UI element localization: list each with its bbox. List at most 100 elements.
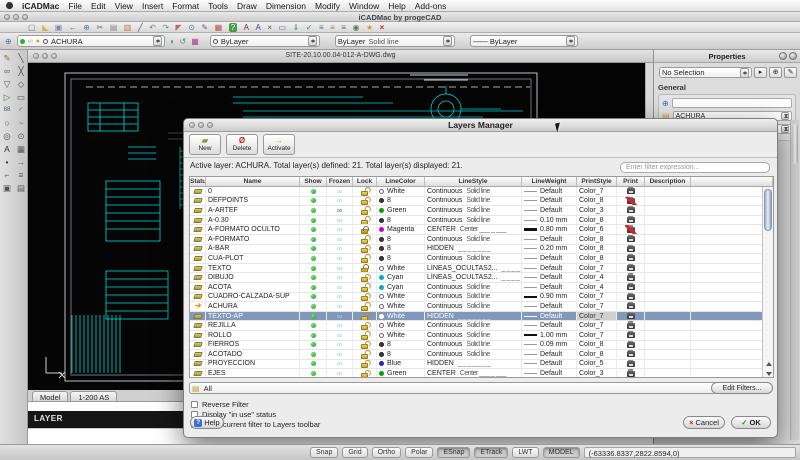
show-icon[interactable] bbox=[311, 256, 316, 261]
linestyle-combo-stepper[interactable] bbox=[443, 36, 452, 46]
frozen-icon[interactable] bbox=[337, 360, 343, 369]
undo-icon[interactable]: ↶ bbox=[149, 23, 156, 32]
show-icon[interactable] bbox=[311, 237, 316, 242]
etrack-toggle[interactable]: ETrack bbox=[474, 447, 508, 458]
edit-selection-button[interactable]: ✎ bbox=[784, 67, 797, 78]
description-cell[interactable] bbox=[645, 235, 691, 244]
table-row[interactable]: ACOTA Cyan ContinuousSolid line Default … bbox=[190, 283, 763, 293]
layout-tab[interactable]: 1-200 AS bbox=[70, 391, 117, 401]
description-cell[interactable] bbox=[645, 254, 691, 263]
lock-icon[interactable] bbox=[361, 191, 368, 196]
printstyle-value[interactable]: Color_7 bbox=[577, 331, 617, 340]
layer-check-icon[interactable]: ✓ bbox=[306, 23, 313, 32]
print-icon[interactable] bbox=[627, 255, 635, 261]
frozen-icon[interactable] bbox=[337, 254, 343, 263]
description-cell[interactable] bbox=[645, 264, 691, 273]
col-frozen[interactable]: Frozen bbox=[327, 177, 353, 186]
col-lineweight[interactable]: LineWeight bbox=[522, 177, 577, 186]
properties-close-button[interactable] bbox=[789, 52, 797, 60]
menu-item[interactable]: Dimension bbox=[266, 1, 306, 11]
layer-delete-icon[interactable]: × bbox=[380, 23, 385, 32]
print-icon[interactable] bbox=[627, 313, 635, 319]
menu-item[interactable]: Insert bbox=[142, 1, 163, 11]
printstyle-value[interactable]: Color_7 bbox=[577, 264, 617, 273]
col-description[interactable]: Description bbox=[645, 177, 691, 186]
print-icon[interactable] bbox=[627, 217, 635, 223]
printstyle-value[interactable]: Color_3 bbox=[577, 206, 617, 215]
printstyle-value[interactable]: Color_7 bbox=[577, 321, 617, 330]
frozen-icon[interactable] bbox=[337, 341, 343, 350]
table-row[interactable]: A-BAR 8 HIDDEN_ _ _ _ _ _ _ 0.20 mm Colo… bbox=[190, 245, 763, 255]
frozen-icon[interactable] bbox=[337, 245, 343, 254]
palette-icon[interactable]: ▦ bbox=[215, 23, 223, 32]
layers-manager-icon[interactable]: ⊕ bbox=[5, 37, 12, 46]
linestyle-combo[interactable]: ByLayer Solid line bbox=[335, 35, 455, 47]
lock-icon[interactable] bbox=[361, 268, 368, 273]
printstyle-value[interactable]: Color_7 bbox=[577, 312, 617, 321]
print-icon[interactable] bbox=[627, 342, 635, 348]
lock-icon[interactable] bbox=[361, 363, 368, 368]
printstyle-value[interactable]: Color_8 bbox=[577, 341, 617, 350]
description-cell[interactable] bbox=[645, 321, 691, 330]
snap-toggle[interactable]: Snap bbox=[310, 447, 338, 458]
ellipse-icon[interactable]: ⊙ bbox=[17, 132, 24, 141]
layer-pencil-icon[interactable]: ≡ bbox=[330, 23, 335, 32]
show-icon[interactable] bbox=[311, 342, 316, 347]
copy-icon[interactable]: ▤ bbox=[110, 23, 118, 32]
hatch-icon[interactable]: ▦ bbox=[17, 145, 25, 154]
new-layer-button[interactable]: ▰ New bbox=[189, 134, 221, 155]
printstyle-value[interactable]: Color_4 bbox=[577, 273, 617, 282]
description-cell[interactable] bbox=[645, 360, 691, 369]
polygon-icon[interactable]: ◇ bbox=[18, 80, 25, 89]
properties-scrollbar[interactable] bbox=[790, 120, 799, 440]
image-icon[interactable]: ▤ bbox=[17, 184, 25, 193]
print-icon[interactable] bbox=[627, 294, 635, 300]
layer-star-icon[interactable]: ★ bbox=[366, 23, 373, 32]
cut-icon[interactable]: ✂ bbox=[96, 23, 103, 32]
activate-layer-button[interactable]: → Activate bbox=[263, 134, 295, 155]
cancel-button[interactable]: × Cancel bbox=[683, 416, 725, 429]
help-icon[interactable]: ? bbox=[229, 23, 237, 32]
grid-toggle[interactable]: Grid bbox=[342, 447, 367, 458]
lock-icon[interactable] bbox=[361, 335, 368, 340]
back-arrow-icon[interactable]: ← bbox=[69, 23, 77, 32]
linecolor-swatch[interactable] bbox=[379, 371, 384, 376]
tools-icon[interactable]: × bbox=[267, 23, 272, 32]
print-icon[interactable] bbox=[627, 227, 635, 233]
table-row[interactable]: CUA-PLOT 8 ContinuousSolid line Default … bbox=[190, 254, 763, 264]
col-lock[interactable]: Lock bbox=[353, 177, 377, 186]
print-icon[interactable] bbox=[627, 284, 635, 290]
description-cell[interactable] bbox=[645, 273, 691, 282]
apple-menu-icon[interactable] bbox=[6, 2, 13, 9]
frozen-icon[interactable] bbox=[337, 235, 343, 244]
print-icon[interactable] bbox=[627, 332, 635, 338]
printstyle-value[interactable]: Color_7 bbox=[577, 302, 617, 311]
frozen-icon[interactable] bbox=[337, 350, 343, 359]
table-row[interactable]: ACOTADO 8 ContinuousSolid line Default C… bbox=[190, 350, 763, 360]
printstyle-value[interactable]: Color_7 bbox=[577, 293, 617, 302]
lock-icon[interactable] bbox=[361, 277, 368, 282]
linecolor-swatch[interactable] bbox=[379, 285, 384, 290]
table-row[interactable]: FIERROS 8 ContinuousSolid line 0.09 mm C… bbox=[190, 341, 763, 351]
show-icon[interactable] bbox=[311, 246, 316, 251]
quick-select-button[interactable]: ⊕ bbox=[769, 67, 782, 78]
lock-icon[interactable] bbox=[361, 220, 368, 225]
arc-icon[interactable]: ◜ bbox=[19, 106, 22, 115]
lock-icon[interactable] bbox=[361, 325, 368, 330]
menu-item[interactable]: View bbox=[115, 1, 133, 11]
frozen-icon[interactable] bbox=[337, 293, 343, 302]
menu-item[interactable]: File bbox=[68, 1, 82, 11]
table-row[interactable]: CUADRO-CALZADA-SUP White ContinuousSolid… bbox=[190, 293, 763, 303]
rings-icon[interactable]: ∞ bbox=[4, 67, 10, 76]
magnifier-icon[interactable]: ⊙ bbox=[188, 23, 195, 32]
eyedropper-icon[interactable]: ✎ bbox=[201, 23, 208, 32]
print-icon[interactable] bbox=[627, 265, 635, 271]
lock-icon[interactable] bbox=[361, 210, 368, 215]
show-icon[interactable] bbox=[311, 275, 316, 280]
ok-button[interactable]: ✓ OK bbox=[731, 416, 771, 429]
linecolor-swatch[interactable] bbox=[379, 227, 384, 232]
menu-item[interactable]: Modify bbox=[315, 1, 340, 11]
layer-combo-stepper[interactable] bbox=[153, 36, 162, 46]
line-icon[interactable]: ╱ bbox=[138, 23, 143, 32]
linecolor-swatch[interactable] bbox=[379, 342, 384, 347]
